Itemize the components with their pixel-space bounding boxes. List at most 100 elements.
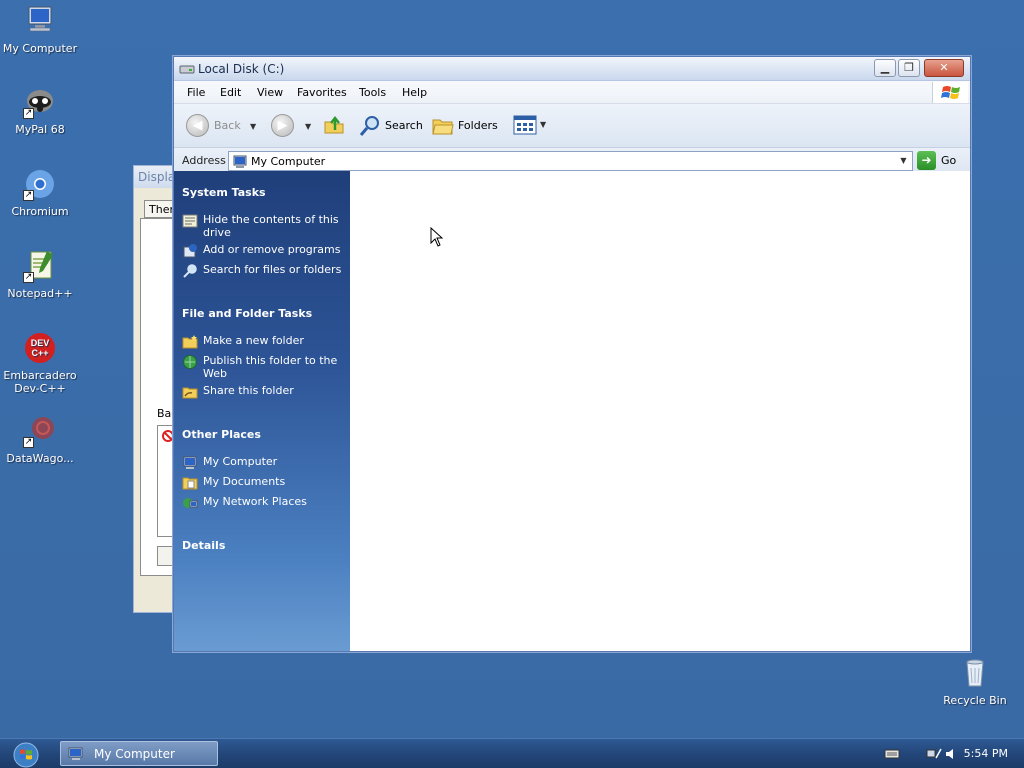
search-button[interactable]: Search bbox=[358, 114, 423, 138]
address-label: Address bbox=[182, 154, 226, 167]
minimize-button[interactable]: ▁ bbox=[874, 59, 896, 77]
network-tray-icon[interactable] bbox=[926, 746, 942, 762]
svg-text:C++: C++ bbox=[31, 348, 48, 358]
svg-text:DEV: DEV bbox=[31, 338, 50, 348]
windows-orb-icon bbox=[13, 742, 39, 768]
search-icon bbox=[359, 116, 379, 136]
my-computer-icon bbox=[183, 456, 197, 469]
hide-contents-icon bbox=[182, 214, 198, 228]
publish-web-icon bbox=[183, 355, 197, 369]
toolbar: ◀ Back ▼ ▶ ▼ Search Folders ▼ bbox=[174, 104, 970, 148]
task-share-folder[interactable]: Share this folder bbox=[182, 384, 346, 399]
desktop-icon-label: Notepad++ bbox=[7, 287, 73, 300]
network-places-icon bbox=[183, 498, 198, 508]
forward-dropdown-icon[interactable]: ▼ bbox=[305, 122, 311, 131]
views-dropdown-icon: ▼ bbox=[540, 120, 547, 129]
menu-help[interactable]: Help bbox=[402, 86, 427, 99]
mypal-icon: ↗ bbox=[23, 85, 57, 119]
task-search-files[interactable]: Search for files or folders bbox=[182, 263, 346, 278]
shortcut-arrow-icon: ↗ bbox=[23, 108, 34, 119]
forward-arrow-icon: ▶ bbox=[271, 114, 294, 137]
desktop-icon-label: MyPal 68 bbox=[15, 123, 65, 136]
search-icon bbox=[183, 264, 197, 278]
my-computer-icon bbox=[232, 155, 248, 172]
up-folder-icon bbox=[324, 115, 344, 134]
desktop-icon-notepad-plus-plus[interactable]: ↗ Notepad++ bbox=[1, 249, 79, 300]
recycle-bin-icon bbox=[958, 656, 992, 690]
mouse-cursor-icon bbox=[430, 227, 444, 247]
task-pane: System Tasks Hide the contents of this d… bbox=[174, 171, 350, 651]
back-button[interactable]: ◀ Back bbox=[186, 114, 252, 138]
menu-bar: File Edit View Favorites Tools Help bbox=[174, 81, 970, 104]
add-remove-programs-icon bbox=[183, 244, 197, 258]
close-icon: ✕ bbox=[939, 61, 949, 74]
menu-tools[interactable]: Tools bbox=[359, 86, 386, 99]
new-folder-icon bbox=[182, 335, 198, 349]
views-icon bbox=[513, 115, 537, 135]
share-folder-icon bbox=[182, 387, 198, 399]
desktop-icon-label: My Computer bbox=[2, 42, 78, 55]
back-dropdown-icon[interactable]: ▼ bbox=[250, 122, 256, 131]
folders-button[interactable]: Folders bbox=[431, 114, 501, 138]
my-computer-icon bbox=[23, 4, 57, 38]
desktop-icon-recycle-bin[interactable]: Recycle Bin bbox=[936, 656, 1014, 707]
window-body: System Tasks Hide the contents of this d… bbox=[174, 171, 970, 651]
views-button[interactable]: ▼ bbox=[513, 114, 549, 138]
volume-icon[interactable] bbox=[944, 747, 958, 761]
task-add-remove-programs[interactable]: Add or remove programs bbox=[182, 243, 346, 258]
system-tasks-title[interactable]: System Tasks bbox=[182, 186, 266, 199]
back-arrow-icon: ◀ bbox=[186, 114, 209, 137]
desktop-icon-label: Chromium bbox=[11, 205, 69, 218]
menu-file[interactable]: File bbox=[187, 86, 205, 99]
datawago-icon: ↗ bbox=[23, 414, 57, 448]
desktop-icon-label: DataWago... bbox=[6, 452, 74, 465]
file-list-area[interactable] bbox=[350, 171, 970, 651]
place-my-documents[interactable]: My Documents bbox=[182, 475, 346, 490]
chromium-icon: ↗ bbox=[23, 167, 57, 201]
shortcut-arrow-icon: ↗ bbox=[23, 437, 34, 448]
desktop-icon-label: Recycle Bin bbox=[943, 694, 1007, 707]
close-button[interactable]: ✕ bbox=[924, 59, 964, 77]
desktop-icon-datawago[interactable]: ↗ DataWago... bbox=[1, 414, 79, 465]
folders-icon bbox=[432, 119, 454, 135]
place-my-network-places[interactable]: My Network Places bbox=[182, 495, 346, 508]
file-folder-tasks-title[interactable]: File and Folder Tasks bbox=[182, 307, 312, 320]
address-dropdown-icon[interactable]: ▼ bbox=[895, 152, 912, 170]
dev-cpp-icon: DEV C++ bbox=[23, 331, 57, 365]
up-folder-button[interactable] bbox=[323, 114, 347, 138]
system-tray: 5:54 PM bbox=[864, 739, 1024, 768]
place-my-computer[interactable]: My Computer bbox=[182, 455, 346, 469]
notepad-plus-plus-icon: ↗ bbox=[23, 249, 57, 283]
explorer-window[interactable]: Local Disk (C:) ▁ ❐ ✕ File Edit View Fav… bbox=[173, 56, 971, 652]
desktop-icon-chromium[interactable]: ↗ Chromium bbox=[1, 167, 79, 218]
title-bar[interactable]: Local Disk (C:) ▁ ❐ ✕ bbox=[174, 57, 970, 81]
address-input[interactable]: My Computer ▼ bbox=[228, 151, 913, 171]
taskbar-button-my-computer[interactable]: My Computer bbox=[60, 741, 218, 766]
desktop-icon-mypal[interactable]: ↗ MyPal 68 bbox=[1, 85, 79, 136]
menu-edit[interactable]: Edit bbox=[220, 86, 241, 99]
restore-icon: ❐ bbox=[904, 61, 914, 74]
task-publish-folder[interactable]: Publish this folder to the Web bbox=[182, 354, 346, 380]
my-computer-icon bbox=[67, 747, 85, 764]
shortcut-arrow-icon: ↗ bbox=[23, 272, 34, 283]
keyboard-icon[interactable] bbox=[884, 748, 900, 760]
desktop-icon-label: Embarcadero Dev-C++ bbox=[3, 369, 77, 395]
task-make-new-folder[interactable]: Make a new folder bbox=[182, 334, 346, 349]
taskbar: My Computer 5:54 PM bbox=[0, 738, 1024, 768]
forward-button[interactable]: ▶ bbox=[271, 114, 297, 138]
start-button[interactable] bbox=[6, 740, 42, 768]
desktop-icon-dev-cpp[interactable]: DEV C++ Embarcadero Dev-C++ bbox=[1, 331, 79, 395]
address-value: My Computer bbox=[251, 155, 326, 168]
windows-logo-icon bbox=[932, 82, 968, 103]
maximize-button[interactable]: ❐ bbox=[898, 59, 920, 77]
other-places-title[interactable]: Other Places bbox=[182, 428, 261, 441]
drive-icon bbox=[179, 63, 195, 78]
menu-view[interactable]: View bbox=[257, 86, 283, 99]
menu-favorites[interactable]: Favorites bbox=[297, 86, 347, 99]
task-hide-contents[interactable]: Hide the contents of this drive bbox=[182, 213, 346, 239]
clock[interactable]: 5:54 PM bbox=[964, 747, 1008, 760]
minimize-icon: ▁ bbox=[880, 61, 890, 74]
details-title[interactable]: Details bbox=[182, 539, 225, 552]
desktop-icon-my-computer[interactable]: My Computer bbox=[1, 4, 79, 55]
my-documents-icon bbox=[182, 477, 198, 490]
